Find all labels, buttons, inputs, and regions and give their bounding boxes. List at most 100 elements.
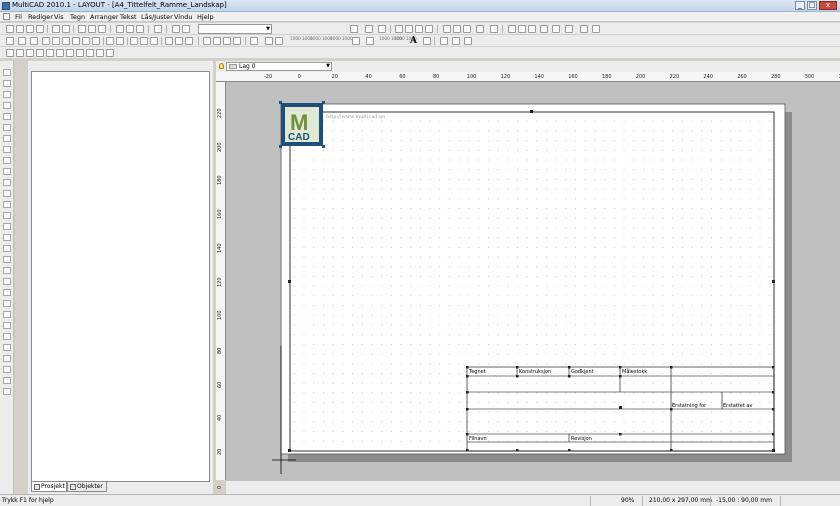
font-combo[interactable]: ▼ xyxy=(198,24,272,34)
help-icon[interactable] xyxy=(154,25,162,33)
array-tool-icon[interactable] xyxy=(3,201,11,208)
rectangle-icon[interactable] xyxy=(130,37,138,45)
cone-icon[interactable] xyxy=(76,49,84,57)
zoom-actual-icon[interactable] xyxy=(476,25,484,33)
render-icon[interactable] xyxy=(56,49,64,57)
zoom-previous-icon[interactable] xyxy=(463,25,471,33)
measure-tool-icon[interactable] xyxy=(3,366,11,373)
tab-prosjekt[interactable]: Prosjekt xyxy=(31,482,67,492)
snap-icon[interactable] xyxy=(182,25,190,33)
lightbulb-icon[interactable] xyxy=(219,63,224,69)
view-top-icon[interactable] xyxy=(16,49,24,57)
circle-center-icon[interactable] xyxy=(213,37,221,45)
grid-tool-icon[interactable] xyxy=(3,102,11,109)
distribute-tool-icon[interactable] xyxy=(3,267,11,274)
circle-target-icon[interactable] xyxy=(203,37,211,45)
link-icon[interactable] xyxy=(265,37,273,45)
open-icon[interactable] xyxy=(16,25,24,33)
maximize-button[interactable]: □ xyxy=(807,1,817,10)
hatch-tool-icon[interactable] xyxy=(3,388,11,395)
unlock-tool-icon[interactable] xyxy=(3,311,11,318)
align-tool-icon[interactable] xyxy=(3,256,11,263)
diamond-icon[interactable] xyxy=(42,37,50,45)
measure-icon[interactable] xyxy=(116,37,124,45)
diamond-outline-icon[interactable] xyxy=(52,37,60,45)
text-tool-button[interactable]: A xyxy=(410,36,417,46)
dim-style-icon[interactable] xyxy=(352,37,360,45)
menu-arranger[interactable]: Arranger xyxy=(90,12,119,22)
save-all-icon[interactable] xyxy=(36,25,44,33)
color-icon[interactable] xyxy=(552,25,560,33)
menu-fil[interactable]: Fil xyxy=(15,12,22,22)
polygon-icon[interactable] xyxy=(150,37,158,45)
paint-icon[interactable] xyxy=(540,25,548,33)
redo-icon[interactable] xyxy=(88,25,96,33)
menu-hjelp[interactable]: Hjelp xyxy=(197,12,214,22)
symbols-icon[interactable] xyxy=(518,25,526,33)
trim-tool-icon[interactable] xyxy=(3,113,11,120)
line-icon[interactable] xyxy=(106,37,114,45)
extend-tool-icon[interactable] xyxy=(3,124,11,131)
move-icon[interactable] xyxy=(6,37,14,45)
snap-point-icon[interactable] xyxy=(565,25,573,33)
close-button[interactable]: x xyxy=(819,1,837,10)
stretch-tool-icon[interactable] xyxy=(3,146,11,153)
save-icon[interactable] xyxy=(26,25,34,33)
align-left-icon[interactable] xyxy=(378,25,386,33)
arc-icon[interactable] xyxy=(165,37,173,45)
pin-icon[interactable] xyxy=(464,37,472,45)
menu-las-juster[interactable]: Lås/Juster xyxy=(141,12,173,22)
menu-vis[interactable]: Vis xyxy=(54,12,64,22)
layer-selector[interactable]: Lag 0 ▼ xyxy=(226,62,332,71)
diamond-cross-icon[interactable] xyxy=(92,37,100,45)
zoom-out-icon[interactable] xyxy=(453,25,461,33)
area-tool-icon[interactable] xyxy=(3,377,11,384)
cylinder-icon[interactable] xyxy=(66,49,74,57)
zoom-page-icon[interactable] xyxy=(415,25,423,33)
zoom-window-icon[interactable] xyxy=(395,25,403,33)
pencil-tool-icon[interactable] xyxy=(3,344,11,351)
print-icon[interactable] xyxy=(52,25,60,33)
rotate-tool-icon[interactable] xyxy=(3,80,11,87)
print-preview-icon[interactable] xyxy=(62,25,70,33)
lock-tool-icon[interactable] xyxy=(3,300,11,307)
fill-icon[interactable] xyxy=(452,37,460,45)
solid-icon[interactable] xyxy=(86,49,94,57)
dot-icon[interactable] xyxy=(440,37,448,45)
diamond-split-icon[interactable] xyxy=(62,37,70,45)
zoom-in-icon[interactable] xyxy=(443,25,451,33)
horizontal-scrollbar[interactable] xyxy=(226,480,840,494)
menu-tekst[interactable]: Tekst xyxy=(120,12,137,22)
diamond-plus-icon[interactable] xyxy=(72,37,80,45)
view-side-icon[interactable] xyxy=(26,49,34,57)
project-tree[interactable] xyxy=(31,71,210,482)
front-tool-icon[interactable] xyxy=(3,278,11,285)
pan-hand-icon[interactable] xyxy=(490,25,498,33)
chamfer-tool-icon[interactable] xyxy=(3,179,11,186)
menu-vindu[interactable]: Vindu xyxy=(174,12,192,22)
rounded-rect-icon[interactable] xyxy=(140,37,148,45)
arrow-right-icon[interactable] xyxy=(18,37,26,45)
arc-two-icon[interactable] xyxy=(175,37,183,45)
menu-rediger[interactable]: Rediger xyxy=(28,12,53,22)
flag-tool-icon[interactable] xyxy=(3,322,11,329)
shade-icon[interactable] xyxy=(106,49,114,57)
circle-tangent-icon[interactable] xyxy=(233,37,241,45)
pointer-icon[interactable] xyxy=(350,25,358,33)
pen-icon[interactable] xyxy=(528,25,536,33)
sheet-icon[interactable] xyxy=(592,25,600,33)
layer-tool-icon[interactable] xyxy=(3,91,11,98)
group-tool-icon[interactable] xyxy=(3,234,11,241)
ungroup-tool-icon[interactable] xyxy=(3,245,11,252)
undo-icon[interactable] xyxy=(78,25,86,33)
arc-three-icon[interactable] xyxy=(185,37,193,45)
minimize-button[interactable]: _ xyxy=(795,1,805,10)
grid-icon[interactable] xyxy=(172,25,180,33)
view-perspective-icon[interactable] xyxy=(46,49,54,57)
ellipse-icon[interactable] xyxy=(223,37,231,45)
tab-objekter[interactable]: Objekter xyxy=(67,482,107,492)
symbol-tool-icon[interactable] xyxy=(3,333,11,340)
layers-icon[interactable] xyxy=(508,25,516,33)
zoom-selection-icon[interactable] xyxy=(425,25,433,33)
fillet-tool-icon[interactable] xyxy=(3,157,11,164)
